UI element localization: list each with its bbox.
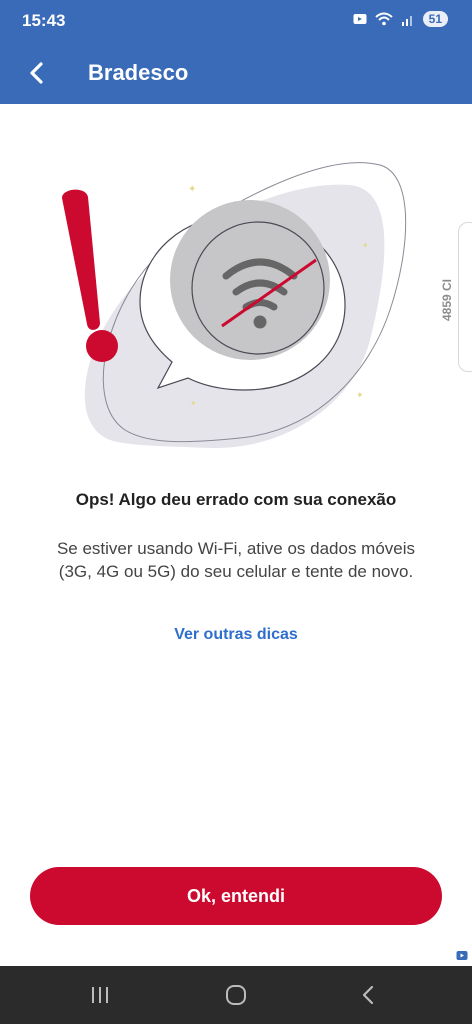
- chevron-left-icon: [30, 62, 43, 84]
- exclamation-bar: [62, 189, 100, 330]
- signal-icon: [401, 16, 412, 26]
- recents-button[interactable]: [80, 980, 120, 1010]
- status-icons: 51: [353, 11, 448, 27]
- notification-icon: [456, 951, 468, 960]
- error-title: Ops! Algo deu errado com sua conexão: [75, 490, 397, 509]
- battery-indicator: 51: [422, 11, 448, 27]
- exclamation-dot: [86, 330, 118, 362]
- status-time: 15:43: [22, 11, 66, 30]
- ok-button[interactable]: Ok, entendi: [30, 867, 442, 925]
- side-tab-label: 4859 CI: [440, 278, 454, 322]
- svg-text:✦: ✦: [190, 399, 197, 408]
- back-button[interactable]: [18, 55, 54, 91]
- status-bar: 15:43 51: [0, 0, 472, 44]
- home-button[interactable]: [216, 980, 256, 1010]
- home-icon: [226, 985, 246, 1005]
- more-tips-link[interactable]: Ver outras dicas: [0, 626, 472, 644]
- connection-error-illustration: ✦ ✦ ✦ ✦: [62, 162, 407, 449]
- svg-text:✦: ✦: [356, 390, 364, 400]
- svg-text:✦: ✦: [188, 184, 196, 195]
- nav-back-button[interactable]: [348, 980, 388, 1010]
- app-bar: Bradesco: [0, 44, 472, 104]
- wifi-icon: [374, 12, 393, 26]
- system-nav-bar: [0, 966, 472, 1024]
- error-message: Se estiver usando Wi-Fi, ative os dados …: [56, 539, 416, 581]
- page-title: Bradesco: [88, 60, 189, 85]
- notification-icon: [353, 14, 367, 24]
- back-icon: [362, 985, 374, 1005]
- recents-icon: [92, 987, 108, 1003]
- svg-text:✦: ✦: [362, 241, 369, 250]
